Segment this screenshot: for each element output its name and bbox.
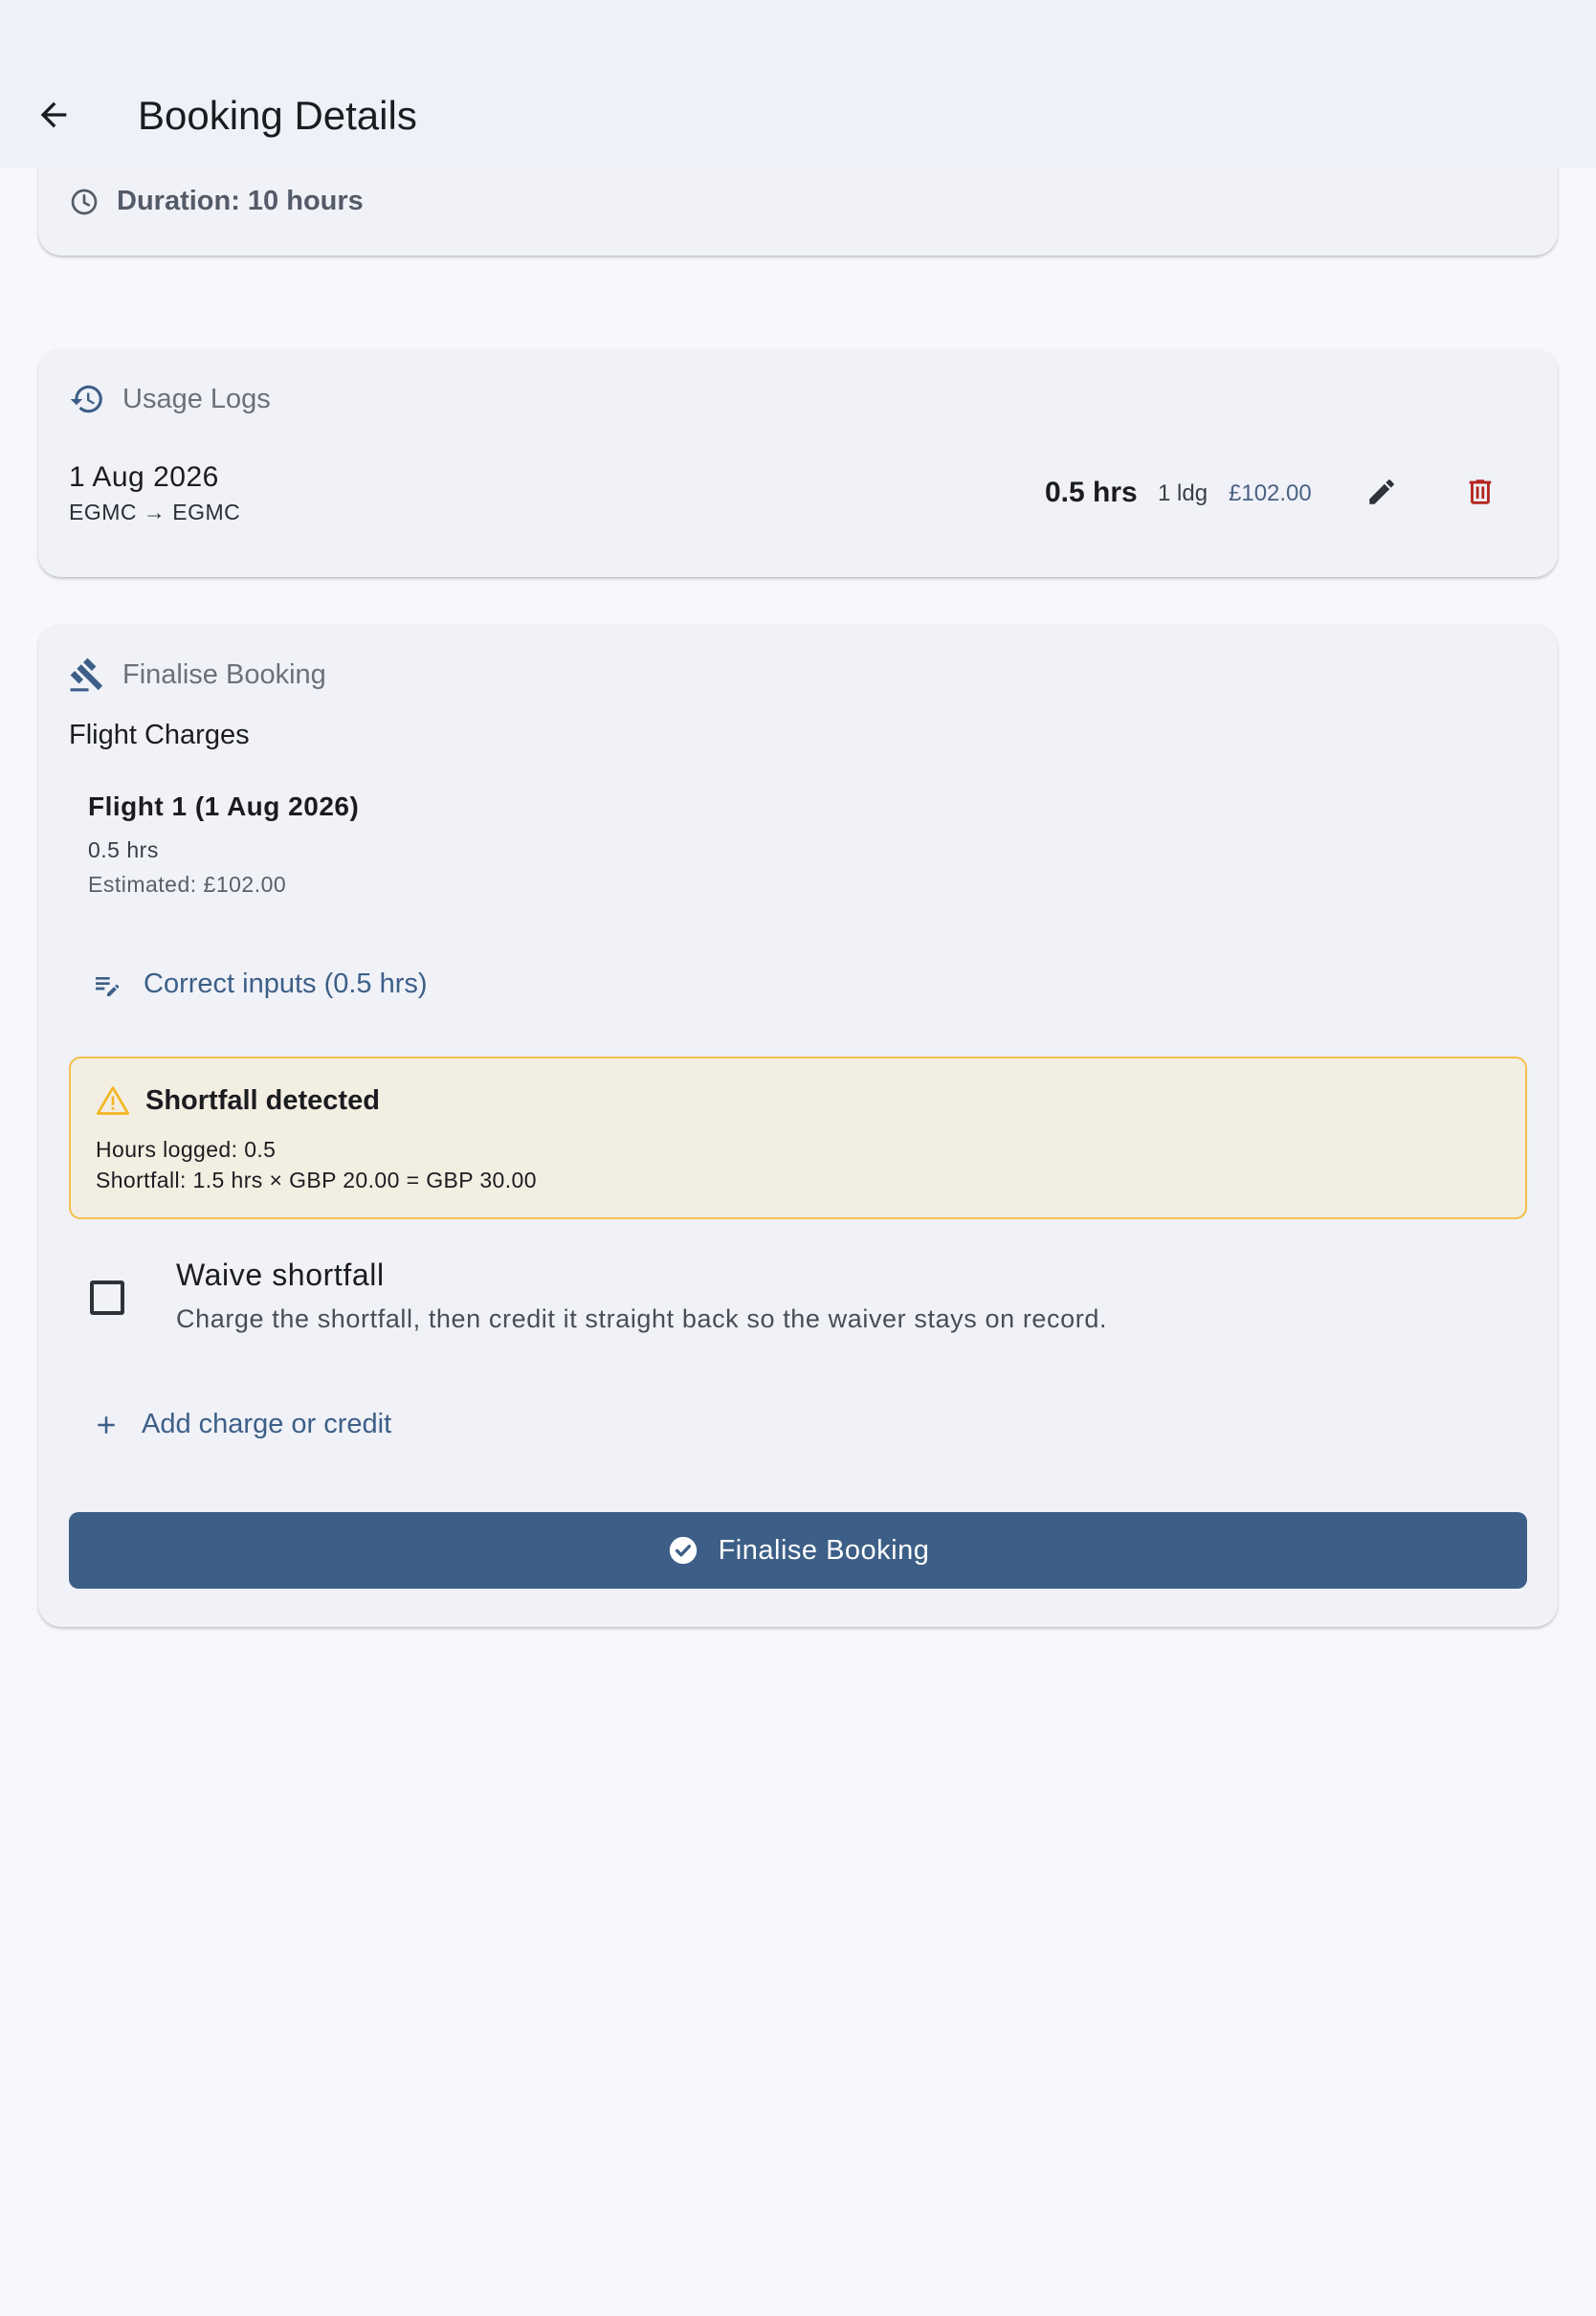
flight-hours: 0.5 hrs [88,837,159,862]
finalise-button-label: Finalise Booking [718,1534,930,1566]
duration-row: Duration: 10 hours [69,186,364,217]
app-bar: Booking Details [0,0,1596,167]
back-button[interactable] [25,84,82,145]
flight-name: Flight 1 (1 Aug 2026) [88,791,360,821]
finalise-header: Finalise Booking [69,657,326,693]
log-landings: 1 ldg [1158,480,1208,506]
flight-estimate: Estimated: £102.00 [88,872,287,897]
usage-logs-header: Usage Logs [69,381,271,417]
trash-icon [1469,479,1492,504]
edit-log-button[interactable] [1351,461,1412,523]
log-hours: 0.5 hrs [1045,477,1138,508]
shortfall-calc-text: Shortfall: 1.5 hrs × GBP 20.00 = GBP 30.… [96,1168,537,1192]
warning-icon [96,1086,130,1115]
clock-icon [71,189,98,214]
usage-logs-title: Usage Logs [122,383,271,414]
waive-shortfall-checkbox[interactable] [90,1280,124,1315]
arrow-back-icon [40,101,67,128]
log-cost: £102.00 [1229,480,1312,506]
page: Booking Details Duration: 10 hours Usage… [0,0,1596,2316]
edit-note-icon [96,976,120,996]
usage-logs-card: Usage Logs 1 Aug 2026 EGMC → EGMC 0.5 hr… [38,348,1558,577]
gavel-icon [70,657,103,692]
finalise-title: Finalise Booking [122,658,326,690]
alert-title: Shortfall detected [145,1084,380,1116]
check-circle-icon [669,1536,697,1565]
finalise-booking-card: Finalise Booking Flight Charges Flight 1… [38,624,1558,1627]
correct-inputs-label: Correct inputs (0.5 hrs) [144,969,428,999]
waive-shortfall-title[interactable]: Waive shortfall [176,1258,385,1293]
pencil-icon [1369,479,1394,504]
add-charge-button[interactable]: Add charge or credit [92,1409,391,1440]
plus-icon [98,1415,115,1434]
log-date: 1 Aug 2026 [69,461,219,493]
add-charge-label: Add charge or credit [142,1409,392,1439]
hours-logged-text: Hours logged: 0.5 [96,1137,277,1162]
log-route: EGMC → EGMC [69,500,241,524]
flight-charges-label: Flight Charges [69,720,250,750]
shortfall-alert: Shortfall detected Hours logged: 0.5 Sho… [69,1057,1527,1219]
history-icon [70,385,102,413]
delete-log-button[interactable] [1450,461,1511,523]
correct-inputs-button[interactable]: Correct inputs (0.5 hrs) [92,969,428,1000]
duration-text: Duration: 10 hours [117,186,364,216]
page-title: Booking Details [138,93,417,138]
waive-shortfall-description: Charge the shortfall, then credit it str… [176,1304,1108,1333]
alert-header: Shortfall detected [96,1083,380,1118]
finalise-booking-button[interactable]: Finalise Booking [69,1512,1527,1589]
